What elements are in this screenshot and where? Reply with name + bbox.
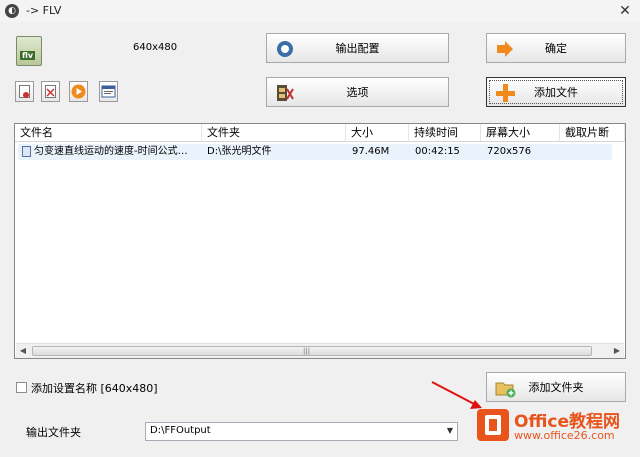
- column-header-size[interactable]: 大小: [346, 124, 409, 142]
- remove-button[interactable]: [15, 81, 34, 102]
- flv-format-icon: flv: [16, 36, 42, 66]
- scroll-left-icon[interactable]: ◀: [16, 344, 30, 358]
- add-file-button[interactable]: 添加文件: [486, 77, 626, 107]
- output-config-label: 输出配置: [335, 42, 380, 55]
- scroll-right-icon[interactable]: ▶: [610, 344, 624, 358]
- output-folder-label: 输出文件夹: [26, 426, 81, 439]
- options-button[interactable]: 选项: [266, 77, 449, 107]
- column-header-screen-size[interactable]: 屏幕大小: [481, 124, 560, 142]
- output-folder-select[interactable]: D:\FFOutput ▼: [145, 422, 458, 441]
- video-file-icon: [22, 146, 31, 157]
- output-resolution: 640x480: [133, 42, 178, 53]
- row-duration: 00:42:15: [415, 146, 460, 157]
- scroll-thumb[interactable]: |||: [32, 346, 592, 356]
- add-folder-button[interactable]: 添加文件夹: [486, 372, 626, 402]
- add-folder-label: 添加文件夹: [528, 381, 584, 394]
- row-filename: 匀变速直线运动的速度-时间公式…: [34, 146, 188, 157]
- ok-label: 确定: [545, 42, 567, 55]
- play-icon: [70, 84, 87, 104]
- clear-list-icon: [45, 85, 56, 98]
- dropdown-arrow-icon[interactable]: ▼: [447, 426, 453, 435]
- horizontal-scrollbar[interactable]: ◀ ||| ▶: [16, 343, 624, 358]
- format-icon-text: flv: [20, 51, 36, 60]
- watermark-url: www.office26.com: [514, 429, 615, 442]
- app-icon: ◐: [5, 4, 19, 18]
- file-info-button[interactable]: [99, 81, 118, 102]
- row-size: 97.46M: [352, 146, 390, 157]
- remove-icon: [19, 85, 30, 98]
- file-list[interactable]: 文件名 文件夹 大小 持续时间 屏幕大小 截取片断 匀变速直线运动的速度-时间公…: [14, 123, 626, 359]
- output-folder-value: D:\FFOutput: [150, 425, 211, 436]
- column-header-filename[interactable]: 文件名: [15, 124, 202, 142]
- table-row[interactable]: 匀变速直线运动的速度-时间公式… D:\张光明文件 97.46M 00:42:1…: [18, 144, 612, 160]
- play-button[interactable]: [69, 81, 88, 102]
- watermark: Office教程网 www.office26.com: [474, 405, 640, 457]
- add-setting-name-checkbox[interactable]: [16, 382, 27, 393]
- column-header-clip[interactable]: 截取片断: [560, 124, 625, 142]
- row-folder: D:\张光明文件: [207, 146, 272, 157]
- add-setting-name-label: 添加设置名称 [640x480]: [31, 382, 158, 395]
- title-bar: ◐ -> FLV ✕: [0, 0, 640, 22]
- scroll-thumb-grip: |||: [303, 347, 311, 355]
- column-header-duration[interactable]: 持续时间: [409, 124, 481, 142]
- clear-list-button[interactable]: [41, 81, 60, 102]
- column-header-folder[interactable]: 文件夹: [202, 124, 346, 142]
- close-button[interactable]: ✕: [614, 2, 636, 20]
- window-title: -> FLV: [26, 4, 62, 17]
- row-screen-size: 720x576: [487, 146, 532, 157]
- office-logo-icon: [477, 409, 509, 441]
- options-label: 选项: [346, 86, 369, 99]
- output-config-button[interactable]: 输出配置: [266, 33, 449, 63]
- add-file-label: 添加文件: [534, 86, 578, 99]
- file-info-icon: [100, 85, 117, 104]
- ok-button[interactable]: 确定: [486, 33, 626, 63]
